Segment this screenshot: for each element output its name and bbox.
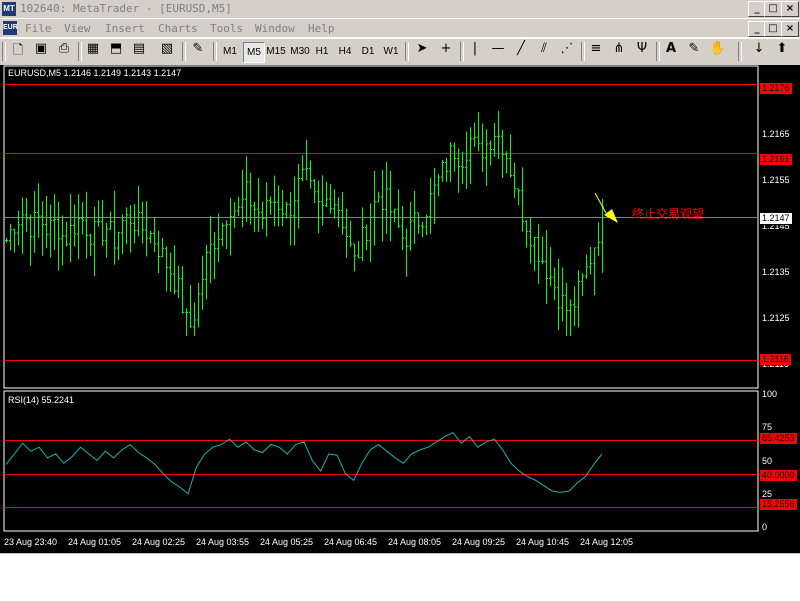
menu-charts[interactable]: Charts — [158, 22, 198, 35]
time-tick: 24 Aug 03:55 — [196, 537, 250, 547]
annotation-arrow-head — [604, 209, 618, 223]
timeframe-h1[interactable]: H1 — [313, 42, 331, 61]
close-button[interactable]: × — [781, 1, 799, 17]
arrow-icon[interactable]: ⬆ — [772, 41, 792, 62]
navigator-icon[interactable]: ⬒ — [106, 41, 126, 62]
rsi-tick: 25 — [762, 489, 773, 499]
chart-canvas[interactable] — [0, 65, 800, 553]
indicators-icon[interactable]: ▦ — [83, 41, 103, 62]
rsi-level-tag: 65.4253 — [760, 433, 797, 444]
toolbar-separator — [182, 42, 186, 61]
window-title: 102640: MetaTrader - [EURUSD,M5] — [20, 2, 232, 15]
time-tick: 24 Aug 09:25 — [452, 537, 506, 547]
toolbar: 🗋 ▣ ⎙ ▦ ⬒ ▤ ▧ ✎ M1 M5 M15 M30 H1 H4 D1 W… — [0, 38, 800, 66]
timeframe-h4[interactable]: H4 — [336, 42, 354, 61]
chart-annotation: 终止交易观望 — [632, 207, 705, 221]
horizontal-line-icon[interactable]: — — [488, 41, 508, 62]
current-price-tag: 1.2147 — [759, 212, 793, 225]
arrow-down-icon[interactable]: ↓ — [749, 41, 769, 62]
level-tag: 1.2116 — [760, 354, 791, 365]
toolbar-separator — [78, 42, 82, 61]
menu-bar: EUR File View Insert Charts Tools Window… — [0, 19, 800, 37]
rsi-pane-header: RSI(14) 55.2241 — [8, 395, 75, 405]
cursor-icon[interactable]: ➤ — [412, 41, 432, 62]
vertical-line-icon[interactable]: | — [465, 41, 485, 62]
toolbar-grip — [2, 42, 6, 61]
timeframe-m15[interactable]: M15 — [265, 42, 287, 61]
trendline-icon[interactable]: ╱ — [511, 41, 531, 62]
channel-icon[interactable]: ⫽ — [534, 41, 554, 62]
rsi-pane-frame — [3, 390, 759, 532]
terminal-icon[interactable]: ▤ — [129, 41, 149, 62]
price-pane-header: EURUSD,M5 1.2146 1.2149 1.2143 1.2147 — [8, 68, 182, 78]
chart-window[interactable]: EURUSD,M5 1.2146 1.2149 1.2143 1.2147 1.… — [0, 65, 800, 553]
title-bar: MT 102640: MetaTrader - [EURUSD,M5] _ □ … — [0, 0, 800, 19]
time-tick: 24 Aug 06:45 — [324, 537, 378, 547]
print-icon[interactable]: ⎙ — [54, 41, 74, 62]
price-tick: 1.2125 — [762, 313, 790, 323]
toolbar-separator — [460, 42, 464, 61]
andrews-icon[interactable]: Ψ — [632, 41, 652, 62]
timeframe-m5[interactable]: M5 — [243, 42, 265, 63]
rsi-tick: 50 — [762, 456, 773, 466]
rsi-level-tag: 40.0000 — [760, 470, 797, 481]
menu-file[interactable]: File — [25, 22, 52, 35]
timeframe-m30[interactable]: M30 — [289, 42, 311, 61]
pencil-icon[interactable]: ✎ — [188, 41, 208, 62]
toolbar-separator — [656, 42, 660, 61]
maximize-button[interactable]: □ — [764, 1, 782, 17]
toolbar-separator — [738, 42, 742, 61]
price-tick: 1.2165 — [762, 129, 790, 139]
menu-help[interactable]: Help — [308, 22, 335, 35]
menu-view[interactable]: View — [64, 22, 91, 35]
child-restore-button[interactable]: □ — [764, 21, 782, 37]
time-tick: 23 Aug 23:40 — [4, 537, 58, 547]
level-tag: 1.2176 — [760, 83, 792, 94]
time-tick: 24 Aug 01:05 — [68, 537, 122, 547]
text-icon[interactable]: A — [661, 41, 681, 62]
toolbar-separator — [581, 42, 585, 61]
menu-tools[interactable]: Tools — [210, 22, 243, 35]
price-tick: 1.2135 — [762, 267, 790, 277]
toolbar-separator — [405, 42, 409, 61]
price-pane-frame — [3, 65, 759, 389]
level-tag: 1.2161 — [760, 154, 792, 165]
rsi-line — [5, 431, 603, 495]
rsi-tick: 100 — [762, 389, 778, 399]
arrow-thumb-icon[interactable]: ✋ — [708, 41, 728, 62]
time-tick: 24 Aug 05:25 — [260, 537, 314, 547]
timeframe-d1[interactable]: D1 — [359, 42, 377, 61]
timeframe-w1[interactable]: W1 — [381, 42, 401, 61]
pitchfork-icon[interactable]: ⋔ — [609, 41, 629, 62]
price-tick: 1.2155 — [762, 175, 790, 185]
menu-window[interactable]: Window — [255, 22, 295, 35]
rsi-level-tag: 15.2556 — [760, 499, 797, 510]
timeframe-m1[interactable]: M1 — [220, 42, 240, 61]
fibonacci-icon[interactable]: ≡ — [586, 41, 606, 62]
time-tick: 24 Aug 02:25 — [132, 537, 186, 547]
gann-fan-icon[interactable]: ⋰ — [557, 41, 577, 62]
menu-insert[interactable]: Insert — [105, 22, 145, 35]
toolbar-separator — [213, 42, 217, 61]
rsi-tick: 0 — [762, 522, 768, 532]
app-icon[interactable]: MT — [2, 2, 16, 16]
crosshair-icon[interactable]: + — [436, 41, 456, 62]
child-close-button[interactable]: × — [781, 21, 799, 37]
save-icon[interactable]: ▣ — [31, 41, 51, 62]
time-tick: 24 Aug 12:05 — [580, 537, 634, 547]
time-tick: 24 Aug 10:45 — [516, 537, 570, 547]
status-bar — [0, 553, 800, 601]
label-icon[interactable]: ✎ — [684, 41, 704, 62]
new-chart-icon[interactable]: 🗋 — [8, 41, 28, 62]
document-icon[interactable]: EUR — [3, 21, 18, 35]
properties-icon[interactable]: ▧ — [157, 41, 177, 62]
annotation-arrow-line — [594, 192, 607, 214]
time-tick: 24 Aug 08:05 — [388, 537, 442, 547]
rsi-tick: 75 — [762, 422, 773, 432]
